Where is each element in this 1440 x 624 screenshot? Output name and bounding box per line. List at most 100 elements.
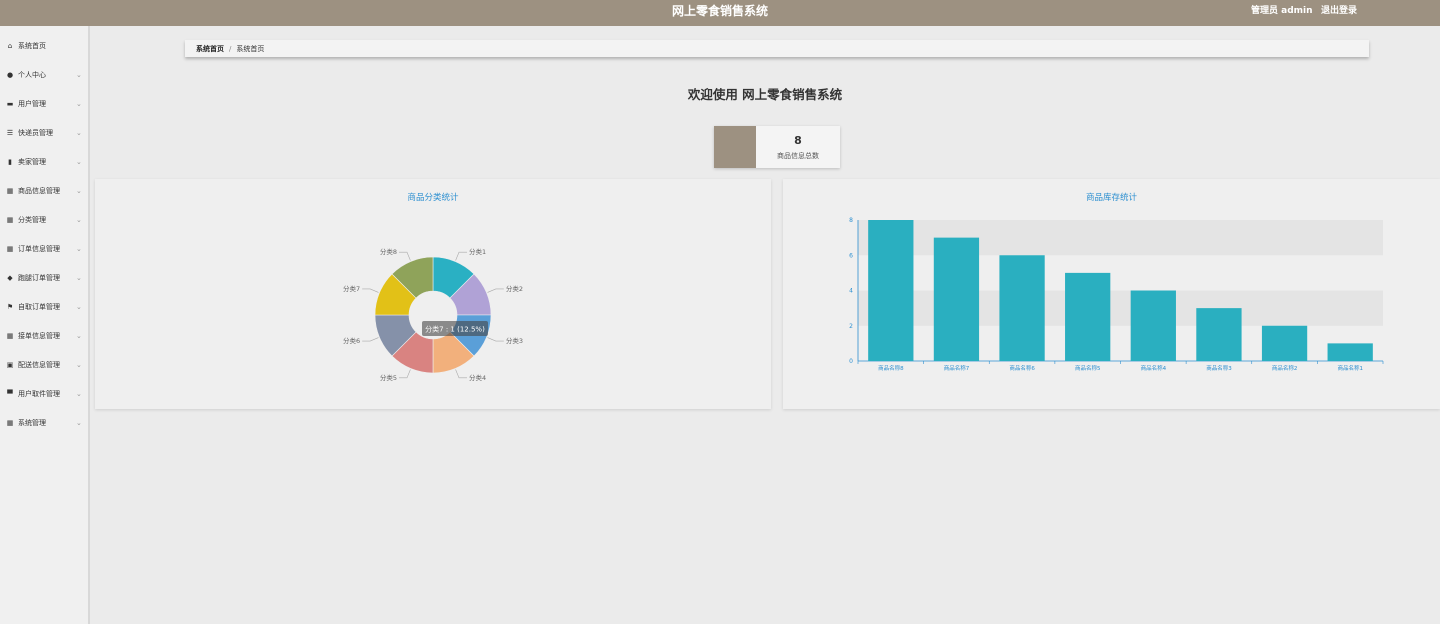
sidebar-item-label: 商品信息管理 — [18, 186, 60, 195]
chevron-down-icon: ⌄ — [76, 99, 82, 108]
pie-label-line — [362, 288, 379, 293]
x-tick-label: 商品名称4 — [1141, 364, 1167, 372]
pie-tooltip-text: 分类7 : 1 (12.5%) — [425, 325, 485, 334]
package-icon: ▣ — [6, 360, 14, 369]
bar[interactable] — [1130, 290, 1176, 362]
pie-slice-label: 分类1 — [469, 247, 486, 256]
y-tick-label: 2 — [849, 323, 853, 330]
pie-label-line — [455, 251, 468, 261]
sidebar-item-home[interactable]: ⌂ 系统首页 — [0, 31, 88, 60]
top-bar: 网上零食销售系统 管理员 admin 退出登录 — [0, 0, 1440, 26]
user-icon: ● — [6, 70, 14, 79]
sidebar-item-products[interactable]: ▦ 商品信息管理 ⌄ — [0, 176, 88, 205]
breadcrumb-current: 系统首页 — [236, 44, 265, 53]
sidebar-item-label: 系统管理 — [18, 418, 46, 427]
chart-icon: ▮ — [8, 157, 12, 166]
x-tick-label: 商品名称6 — [1009, 364, 1035, 372]
chevron-down-icon: ⌄ — [76, 302, 82, 311]
pie-slice-label: 分类2 — [506, 284, 523, 293]
bar[interactable] — [1261, 325, 1308, 361]
breadcrumb-home-link[interactable]: 系统首页 — [196, 44, 224, 54]
pie-chart[interactable]: 分类1 分类2 分类3 分类4 分类5 分类6 分类7 分类8 分类7 : 1 (12.5%) — [95, 179, 771, 409]
pie-slice-label: 分类4 — [469, 373, 486, 382]
x-tick-label: 商品名称7 — [944, 364, 970, 372]
chevron-down-icon: ⌄ — [76, 215, 82, 224]
breadcrumb-separator: / — [229, 44, 232, 53]
sidebar-item-label: 自取订单管理 — [18, 302, 60, 311]
sidebar-item-label: 分类管理 — [18, 215, 46, 224]
sidebar-item-label: 配送信息管理 — [18, 360, 60, 369]
sidebar-item-users[interactable]: ▬ 用户管理 ⌄ — [0, 89, 88, 118]
current-user: 管理员 admin — [1251, 6, 1313, 16]
bar[interactable] — [868, 220, 914, 361]
chevron-down-icon: ⌄ — [76, 418, 82, 427]
sidebar-item-label: 用户管理 — [18, 99, 46, 108]
grid-icon: ▦ — [6, 331, 14, 340]
sidebar-item-sellers[interactable]: ▮ 卖家管理 ⌄ — [0, 147, 88, 176]
stat-card-color-block — [714, 126, 756, 168]
sidebar: ⌂ 系统首页 ● 个人中心 ⌄ ▬ 用户管理 ⌄ ☰ 快递员管理 ⌄ ▮ 卖家管… — [0, 26, 90, 624]
bar[interactable] — [1196, 308, 1242, 361]
chevron-down-icon: ⌄ — [76, 273, 82, 282]
grid-icon: ▦ — [6, 186, 14, 195]
x-tick-label: 商品名称1 — [1337, 364, 1363, 372]
chevron-down-icon: ⌄ — [76, 128, 82, 137]
chevron-down-icon: ⌄ — [76, 331, 82, 340]
chevron-down-icon: ⌄ — [76, 389, 82, 398]
sidebar-item-accept-orders[interactable]: ▦ 接单信息管理 ⌄ — [0, 321, 88, 350]
logout-link[interactable]: 退出登录 — [1321, 0, 1357, 22]
x-tick-label: 商品名称2 — [1272, 364, 1298, 372]
y-tick-label: 8 — [849, 217, 853, 224]
sidebar-item-label: 跑腿订单管理 — [18, 273, 60, 282]
pie-slice-label: 分类6 — [343, 336, 360, 345]
grid-icon: ▦ — [6, 244, 14, 253]
pie-slice-label: 分类3 — [506, 336, 523, 345]
x-tick-label: 商品名称8 — [878, 364, 904, 372]
stat-label: 商品信息总数 — [777, 151, 819, 160]
home-icon: ⌂ — [7, 41, 13, 50]
y-tick-label: 4 — [849, 288, 853, 295]
bar-chart[interactable]: 0 2 4 6 8 商品名称8 商品名称7 商品名称6 商品名称5 商品名称4 商品名称3 商品名称2… — [783, 179, 1440, 409]
x-tick-label: 商品名称5 — [1075, 364, 1101, 372]
chevron-down-icon: ⌄ — [76, 360, 82, 369]
sidebar-item-label: 系统首页 — [18, 41, 46, 50]
sidebar-item-orders[interactable]: ▦ 订单信息管理 ⌄ — [0, 234, 88, 263]
sidebar-item-label: 用户取件管理 — [18, 389, 60, 398]
sidebar-item-delivery[interactable]: ▣ 配送信息管理 ⌄ — [0, 350, 88, 379]
sidebar-item-label: 订单信息管理 — [18, 244, 60, 253]
pie-label-line — [487, 288, 504, 293]
pie-slice-label: 分类7 — [343, 284, 360, 293]
bar[interactable] — [1327, 343, 1373, 361]
pie-chart-title: 商品分类统计 — [407, 193, 459, 203]
breadcrumb: 系统首页 / 系统首页 — [185, 40, 1369, 57]
list-icon: ☰ — [6, 128, 14, 137]
sidebar-item-user-pickup[interactable]: ▀ 用户取件管理 ⌄ — [0, 379, 88, 408]
flag-icon: ⚑ — [6, 302, 14, 311]
bar[interactable] — [999, 255, 1045, 361]
sidebar-item-label: 快递员管理 — [18, 128, 53, 137]
stat-value: 8 — [794, 133, 802, 147]
sidebar-item-pickup-orders[interactable]: ⚑ 自取订单管理 ⌄ — [0, 292, 88, 321]
sidebar-item-categories[interactable]: ▦ 分类管理 ⌄ — [0, 205, 88, 234]
sidebar-item-personal[interactable]: ● 个人中心 ⌄ — [0, 60, 88, 89]
bar[interactable] — [1065, 272, 1111, 361]
chevron-down-icon: ⌄ — [76, 186, 82, 195]
monitor-icon: ▀ — [7, 389, 13, 398]
sidebar-item-system[interactable]: ▦ 系统管理 ⌄ — [0, 408, 88, 437]
y-tick-label: 6 — [849, 252, 853, 259]
sidebar-item-errand-orders[interactable]: ◆ 跑腿订单管理 ⌄ — [0, 263, 88, 292]
pie-label-line — [487, 337, 504, 342]
chevron-down-icon: ⌄ — [76, 70, 82, 79]
grid-icon: ▦ — [6, 215, 14, 224]
sidebar-item-couriers[interactable]: ☰ 快递员管理 ⌄ — [0, 118, 88, 147]
chevron-down-icon: ⌄ — [76, 157, 82, 166]
sidebar-item-label: 接单信息管理 — [18, 331, 60, 340]
location-icon: ◆ — [7, 273, 13, 282]
bar-chart-title: 商品库存统计 — [1085, 193, 1137, 203]
app-title: 网上零食销售系统 — [671, 4, 768, 18]
category-chart-panel: 商品分类统计 分类1 分类2 分类3 分类4 分类5 分类6 分类7 分类8 分类7 : 1 (… — [95, 179, 771, 409]
grid-icon: ▦ — [6, 418, 14, 427]
bar[interactable] — [933, 237, 980, 361]
pie-slice-label: 分类5 — [380, 373, 397, 382]
pie-label-line — [455, 369, 468, 379]
